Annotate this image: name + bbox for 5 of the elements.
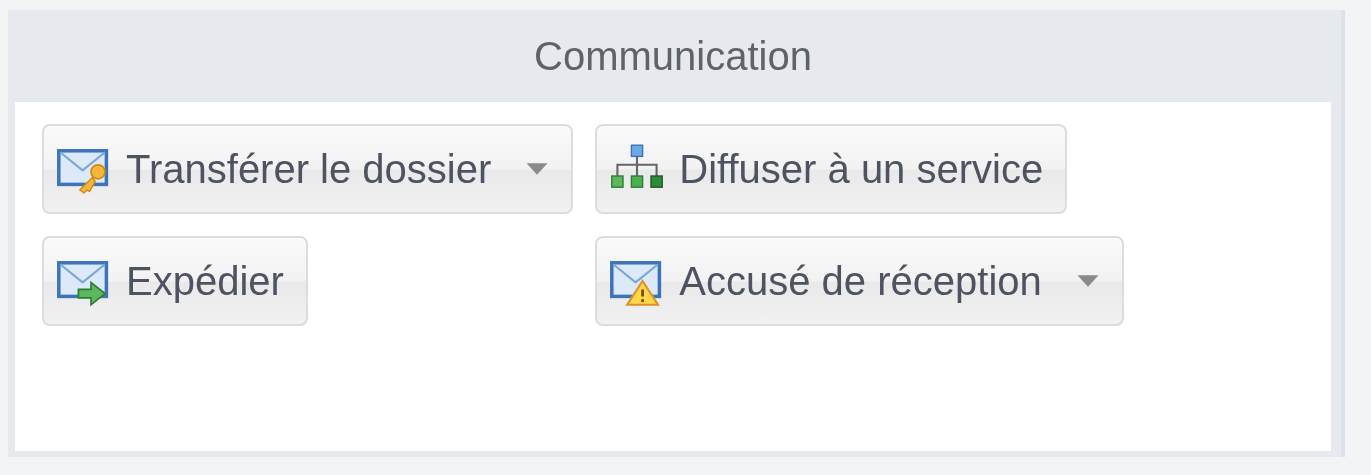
toolbar-button[interactable]: Transférer le dossier bbox=[42, 124, 574, 214]
panel-title: Communication bbox=[534, 33, 812, 79]
toolbar-button[interactable]: Accusé de réception bbox=[595, 236, 1124, 326]
toolbar-button[interactable]: Expédier bbox=[42, 236, 308, 326]
toolbar-button[interactable]: Diffuser à un service bbox=[595, 124, 1068, 214]
